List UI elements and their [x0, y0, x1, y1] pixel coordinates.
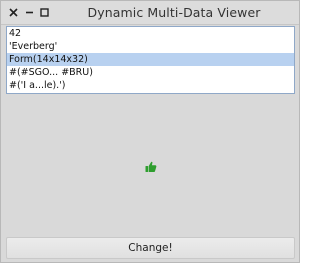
maximize-icon[interactable] — [37, 5, 51, 19]
thumbs-up-icon — [145, 158, 157, 172]
list-item[interactable]: 42 — [7, 27, 294, 40]
list-item[interactable]: #(#SGO... #BRU) — [7, 66, 294, 79]
title-bar[interactable]: Dynamic Multi-Data Viewer — [1, 1, 299, 25]
list-item-selected[interactable]: Form(14x14x32) — [7, 53, 294, 66]
viewer-window: Dynamic Multi-Data Viewer 42 'Everberg' … — [0, 0, 300, 263]
list-item[interactable]: 'Everberg' — [7, 40, 294, 53]
minimize-icon[interactable] — [22, 5, 36, 19]
list-item[interactable]: #('I a...le).') — [7, 79, 294, 92]
change-button[interactable]: Change! — [6, 237, 295, 259]
data-view-pane — [6, 97, 295, 233]
window-title: Dynamic Multi-Data Viewer — [87, 5, 261, 20]
close-icon[interactable] — [6, 5, 20, 19]
data-list[interactable]: 42 'Everberg' Form(14x14x32) #(#SGO... #… — [6, 26, 295, 94]
